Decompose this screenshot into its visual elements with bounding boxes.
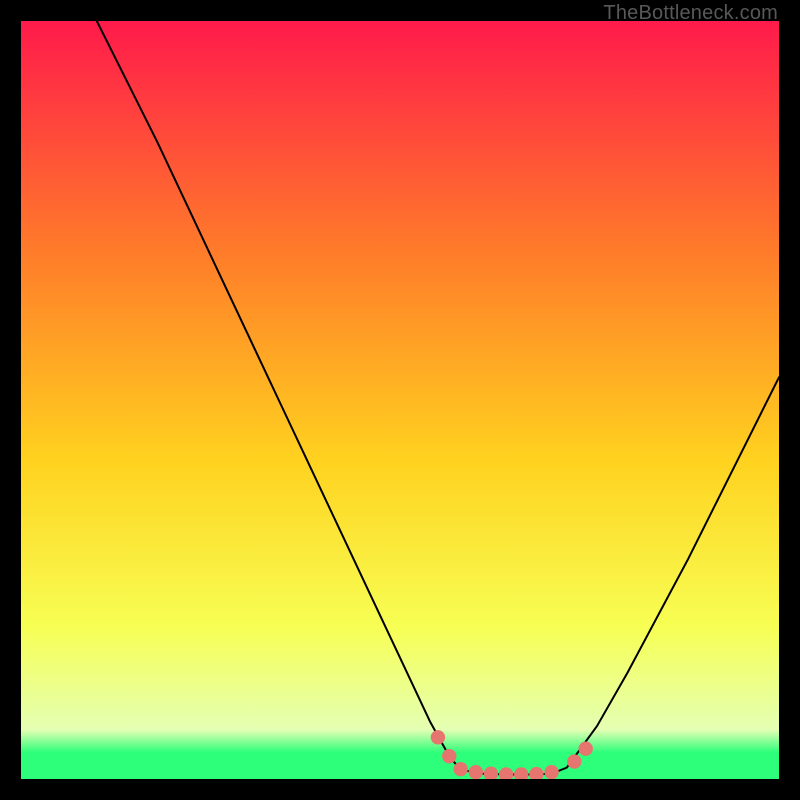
bottleneck-chart: [21, 21, 779, 779]
marker-point: [544, 765, 558, 779]
marker-point: [469, 765, 483, 779]
marker-point: [579, 741, 593, 755]
marker-point: [453, 762, 467, 776]
marker-point: [431, 730, 445, 744]
marker-point: [567, 754, 581, 768]
heat-background: [21, 21, 779, 779]
marker-point: [442, 749, 456, 763]
chart-stage: TheBottleneck.com: [0, 0, 800, 800]
watermark-text: TheBottleneck.com: [603, 2, 778, 25]
